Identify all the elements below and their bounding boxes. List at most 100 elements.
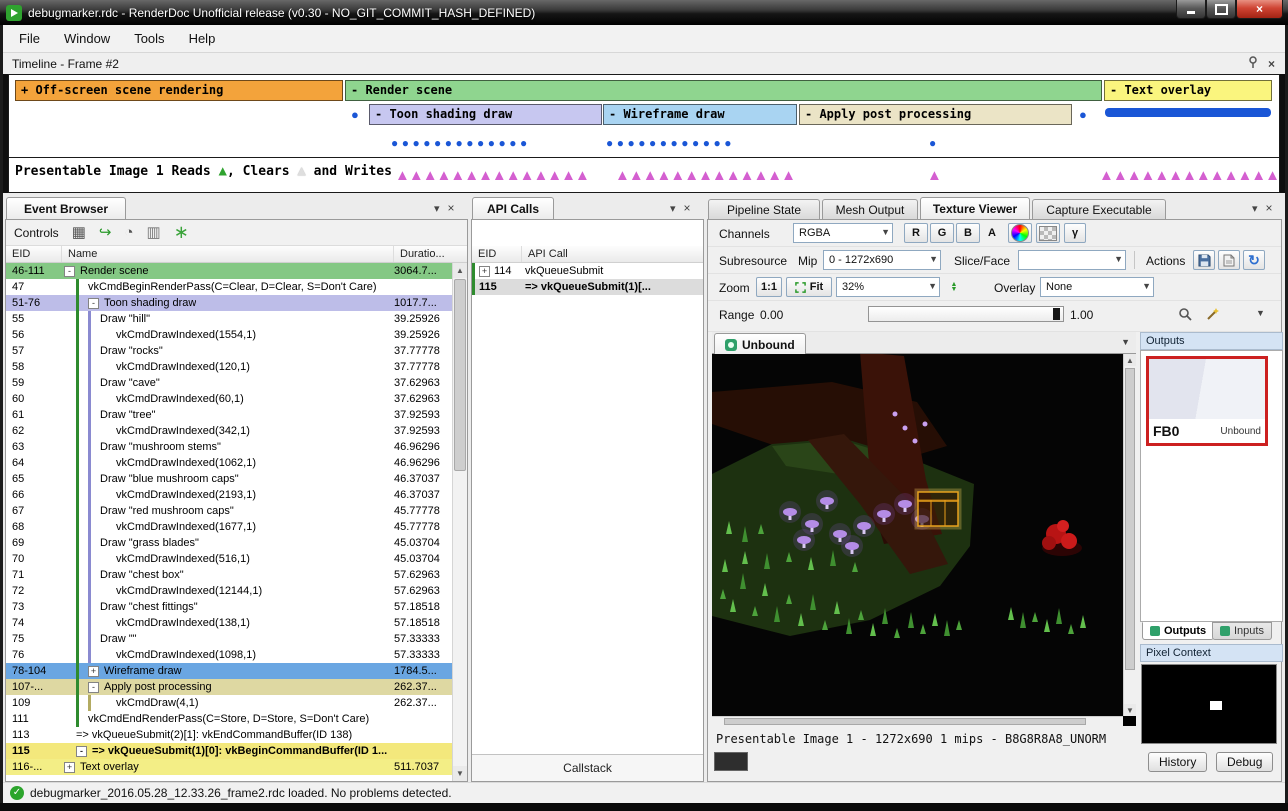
expand-icon[interactable]: + [88,666,99,677]
tab-pipeline-state[interactable]: Pipeline State [708,199,820,219]
gamma-button[interactable]: γ [1064,223,1086,243]
debug-button[interactable]: Debug [1216,752,1273,772]
event-row[interactable]: 59Draw "cave"37.62963 [6,375,452,391]
zoom-1to1-button[interactable]: 1:1 [756,277,782,297]
column-name[interactable]: Name [62,246,394,262]
event-row[interactable]: 63Draw "mushroom stems"46.96296 [6,439,452,455]
api-call-row[interactable]: +114vkQueueSubmit [472,263,703,279]
event-browser-column-header[interactable]: EID Name Duratio... [6,246,467,263]
timeline-panel-header[interactable]: Timeline - Frame #2 × [3,53,1285,74]
time-durations-icon[interactable]: ◔ [124,225,133,240]
save-texture-button[interactable] [1193,250,1215,270]
timeline-marker-bar[interactable]: - Render scene [345,80,1102,101]
alpha-channel-button[interactable]: A [982,223,1002,243]
refresh-button[interactable]: ↻ [1243,250,1265,270]
scroll-down-icon[interactable]: ▼ [1124,704,1136,716]
scroll-up-icon[interactable]: ▲ [1124,354,1136,366]
scroll-up-icon[interactable]: ▲ [453,263,467,278]
scroll-down-icon[interactable]: ▼ [453,766,467,781]
event-row[interactable]: 57Draw "rocks"37.77778 [6,343,452,359]
export-texture-button[interactable] [1218,250,1240,270]
close-icon[interactable]: × [448,201,455,215]
goto-eid-icon[interactable]: ↪ [99,225,112,240]
event-row[interactable]: 70vkCmdDrawIndexed(516,1)45.03704 [6,551,452,567]
timeline-marker-bar[interactable]: - Toon shading draw [369,104,602,125]
toolbar-overflow-icon[interactable]: ▼ [1256,308,1265,318]
event-row[interactable]: 75Draw ""57.33333 [6,631,452,647]
event-browser-scrollbar[interactable]: ▲ ▼ [452,263,467,781]
color-wheel-button[interactable] [1008,223,1032,243]
channel-g-button[interactable]: G [930,223,954,243]
event-row[interactable]: 116-...+Text overlay511.7037 [6,759,452,775]
channels-dropdown[interactable]: RGBA ▼ [793,223,893,243]
column-eid[interactable]: EID [472,246,522,262]
event-row[interactable]: 113=> vkQueueSubmit(2)[1]: vkEndCommandB… [6,727,452,743]
close-icon[interactable]: × [1266,201,1273,215]
title-bar[interactable]: debugmarker.rdc - RenderDoc Unofficial r… [0,0,1288,25]
event-row[interactable]: 56vkCmdDrawIndexed(1554,1)39.25926 [6,327,452,343]
chevron-down-icon[interactable]: ▾ [434,202,440,215]
tab-mesh-output[interactable]: Mesh Output [822,199,918,219]
timeline-marker-bar[interactable]: - Text overlay [1104,80,1272,101]
column-eid[interactable]: EID [6,246,62,262]
bookmark-icon[interactable]: ∗ [174,225,189,240]
event-row[interactable]: 46-111-Render scene3064.7... [6,263,452,279]
range-slider-thumb[interactable] [1053,308,1060,320]
zoom-dropdown[interactable]: 32% ▼ [836,277,940,297]
event-row[interactable]: 61Draw "tree"37.92593 [6,407,452,423]
event-row[interactable]: 78-104+Wireframe draw1784.5... [6,663,452,679]
channel-b-button[interactable]: B [956,223,980,243]
event-row[interactable]: 65Draw "blue mushroom caps"46.37037 [6,471,452,487]
event-row[interactable]: 51-76-Toon shading draw1017.7... [6,295,452,311]
mip-dropdown[interactable]: 0 - 1272x690 ▼ [823,250,941,270]
tab-outputs[interactable]: Outputs [1142,622,1214,640]
scrollbar-thumb[interactable] [454,279,466,471]
fb0-thumbnail[interactable]: FB0 Unbound [1146,356,1268,446]
maximize-button[interactable] [1206,0,1236,19]
event-row[interactable]: 76vkCmdDrawIndexed(1098,1)57.33333 [6,647,452,663]
menu-tools[interactable]: Tools [122,27,176,50]
column-duration[interactable]: Duratio... [394,246,467,262]
timeline-marker-bar[interactable]: + Off-screen scene rendering [15,80,343,101]
event-row[interactable]: 67Draw "red mushroom caps"45.77778 [6,503,452,519]
event-row[interactable]: 68vkCmdDrawIndexed(1677,1)45.77778 [6,519,452,535]
event-row[interactable]: 64vkCmdDrawIndexed(1062,1)46.96296 [6,455,452,471]
event-row[interactable]: 69Draw "grass blades"45.03704 [6,535,452,551]
menu-window[interactable]: Window [52,27,122,50]
range-slider[interactable] [868,306,1064,322]
event-row[interactable]: 73Draw "chest fittings"57.18518 [6,599,452,615]
close-icon[interactable]: × [684,201,691,215]
event-row[interactable]: 60vkCmdDrawIndexed(60,1)37.62963 [6,391,452,407]
pixel-context-view[interactable] [1141,664,1277,744]
event-row[interactable]: 111vkCmdEndRenderPass(C=Store, D=Store, … [6,711,452,727]
background-checker-button[interactable] [1036,223,1060,243]
minimize-button[interactable] [1176,0,1206,19]
event-row[interactable]: 72vkCmdDrawIndexed(12144,1)57.62963 [6,583,452,599]
collapse-icon[interactable]: - [88,298,99,309]
event-row[interactable]: 115-=> vkQueueSubmit(1)[0]: vkBeginComma… [6,743,452,759]
pin-icon[interactable] [1248,56,1258,71]
expand-icon[interactable]: + [479,266,490,277]
select-columns-icon[interactable]: ▦ [72,225,86,240]
menu-help[interactable]: Help [177,27,228,50]
timeline-marker-bar[interactable]: - Apply post processing [799,104,1072,125]
event-row[interactable]: 74vkCmdDrawIndexed(138,1)57.18518 [6,615,452,631]
flip-y-button[interactable]: ▲▼ [946,277,962,297]
callstack-section[interactable]: Callstack [472,754,703,781]
tab-capture-executable[interactable]: Capture Executable [1032,199,1166,219]
texture-list-chevron-icon[interactable]: ▼ [1121,337,1130,347]
autofit-range-button[interactable] [1202,304,1224,324]
event-row[interactable]: 107-...-Apply post processing262.37... [6,679,452,695]
chevron-down-icon[interactable]: ▾ [670,202,676,215]
api-calls-column-header[interactable]: EID API Call [472,246,703,263]
timeline-close-icon[interactable]: × [1268,57,1275,71]
tab-event-browser[interactable]: Event Browser [6,197,126,219]
event-row[interactable]: 47vkCmdBeginRenderPass(C=Clear, D=Clear,… [6,279,452,295]
timeline-panel[interactable]: Presentable Image 1 Reads ▲, Clears ▲ an… [8,74,1280,193]
close-button[interactable]: × [1236,0,1283,19]
event-row[interactable]: 66vkCmdDrawIndexed(2193,1)46.37037 [6,487,452,503]
channel-r-button[interactable]: R [904,223,928,243]
tab-unbound-texture[interactable]: Unbound [714,333,806,355]
history-button[interactable]: History [1148,752,1207,772]
event-row[interactable]: 55Draw "hill"39.25926 [6,311,452,327]
